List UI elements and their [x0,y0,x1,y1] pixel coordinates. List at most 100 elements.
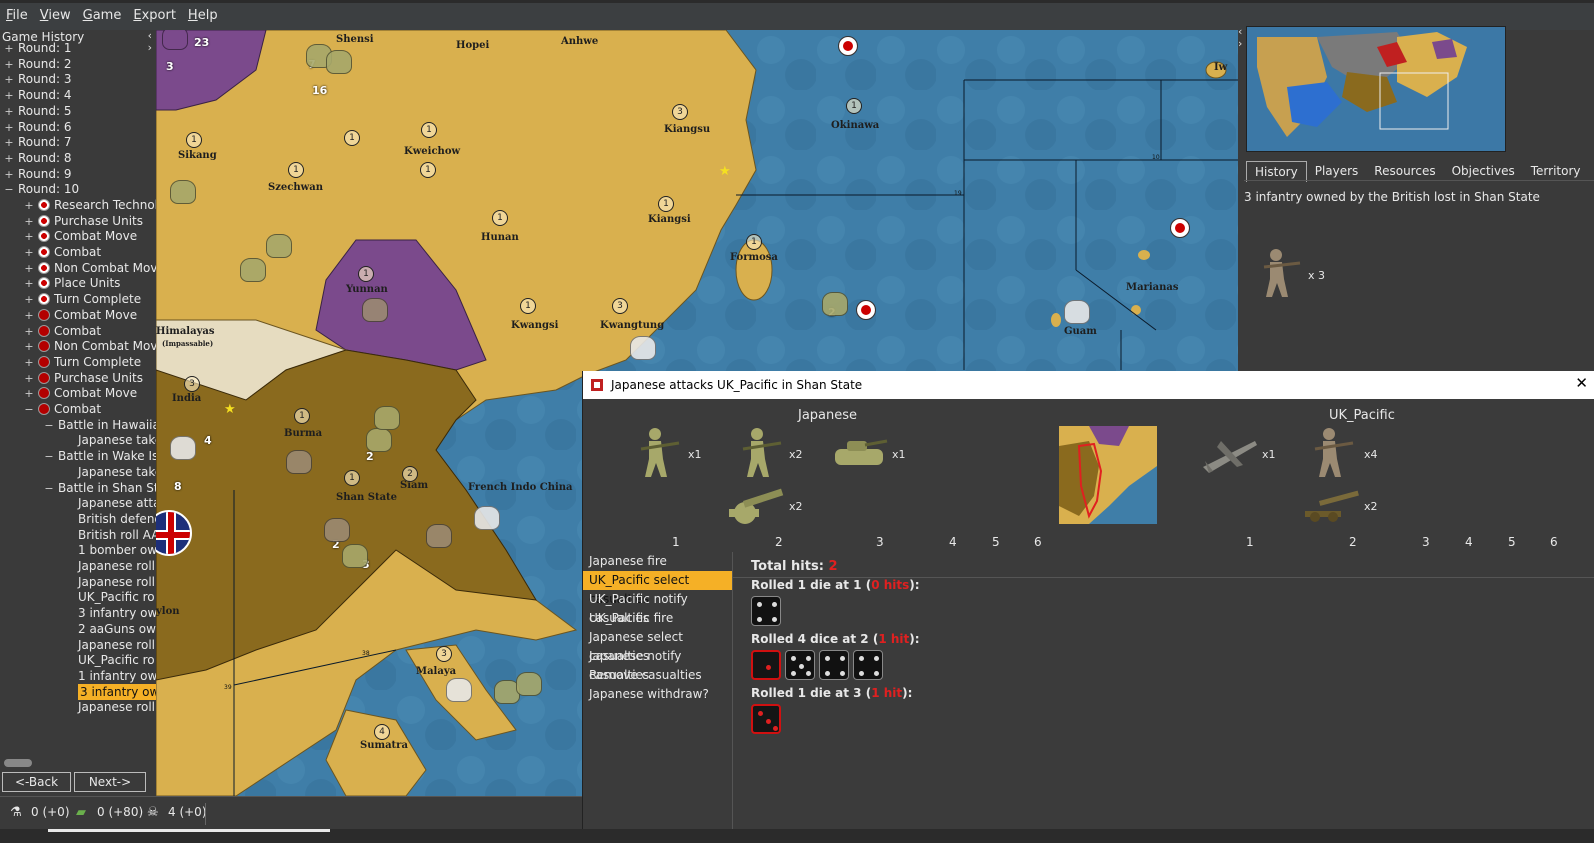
tree-node[interactable]: British defenc [78,511,156,527]
tree-node[interactable]: + Combat Move [24,307,137,323]
tree-node[interactable]: 2 aaGuns owr [78,621,156,637]
factory-icon[interactable] [630,336,656,360]
battle-step-item[interactable]: UK_Pacific fire [583,609,732,628]
battle-step-item[interactable]: UK_Pacific select casualties [583,571,732,606]
tab-objectives[interactable]: Objectives [1444,161,1523,182]
tree-node[interactable]: + Combat [24,244,101,260]
collapse-icon[interactable]: − [44,418,54,434]
tree-node[interactable]: − Combat [24,401,101,417]
tree-node[interactable]: + Place Units [24,275,120,291]
expand-icon[interactable]: + [24,308,34,324]
tree-node[interactable]: + Round: 5 [4,103,71,119]
menu-help[interactable]: Help [182,8,224,23]
expand-icon[interactable]: + [24,292,34,308]
expand-icon[interactable]: + [24,339,34,355]
expand-icon[interactable]: + [24,229,34,245]
expand-icon[interactable]: + [4,104,14,120]
expand-icon[interactable]: + [4,88,14,104]
tree-node[interactable]: Japanese roll [78,699,155,715]
battle-step-item[interactable]: Japanese notify casualties [583,647,732,682]
tree-node[interactable]: + Round: 7 [4,134,71,150]
japanese-infantry-icon[interactable] [266,234,292,258]
battle-step-item[interactable]: Japanese withdraw? [583,685,732,704]
expand-icon[interactable]: + [24,245,34,261]
marianas-island[interactable] [1138,250,1150,260]
expand-icon[interactable]: + [24,386,34,402]
guam-island[interactable] [1051,313,1061,327]
next-button[interactable]: Next-> [74,772,146,792]
collapse-right-icon[interactable]: ‹ › [1238,26,1242,50]
tab-territory[interactable]: Territory [1523,161,1589,182]
tab-resources[interactable]: Resources [1366,161,1443,182]
tree-node[interactable]: + Combat [24,323,101,339]
expand-icon[interactable]: + [4,151,14,167]
japanese-ship-icon[interactable] [822,292,848,316]
tree-node[interactable]: 1 bomber ow [78,542,156,558]
tree-node[interactable]: Japanese take [78,432,156,448]
collapse-icon[interactable]: − [44,449,54,465]
tree-node[interactable]: 1 infantry ow [78,668,156,684]
tree-node[interactable]: − Round: 10 [4,181,79,197]
collapse-panel-icon[interactable]: ‹ › [148,30,152,54]
collapse-icon[interactable]: − [24,402,34,418]
battle-step-item[interactable]: Japanese select casualties [583,628,732,663]
tree-node[interactable]: Japanese roll [78,558,155,574]
tree-node[interactable]: −Battle in Hawaiian [44,417,156,433]
horizontal-scrollbar[interactable] [4,759,32,767]
tree-node[interactable]: British roll AA [78,527,156,543]
menu-export[interactable]: Export [127,8,182,23]
expand-icon[interactable]: + [24,276,34,292]
japanese-infantry-icon[interactable] [240,258,266,282]
menu-view[interactable]: View [34,8,77,23]
marianas-island[interactable] [1131,305,1141,315]
collapse-icon[interactable]: − [44,481,54,497]
soviet-unit-icon[interactable] [162,30,188,50]
tree-node[interactable]: + Research Technol [24,197,156,213]
battle-step-item[interactable]: Remove casualties [583,666,732,685]
tree-node[interactable]: + Round: 9 [4,166,71,182]
japanese-tank-icon[interactable] [374,406,400,430]
tree-node[interactable]: + Round: 4 [4,87,71,103]
tree-node[interactable]: UK_Pacific ro [78,589,155,605]
japanese-ship-icon[interactable] [516,672,542,696]
tree-node[interactable]: + Purchase Units [24,370,143,386]
expand-icon[interactable]: + [4,72,14,88]
tree-node[interactable]: + Round: 8 [4,150,71,166]
british-infantry-icon[interactable] [362,298,388,322]
british-infantry-icon[interactable] [324,518,350,542]
british-infantry-icon[interactable] [426,524,452,548]
tree-node[interactable]: + Round: 1 [4,40,71,56]
battle-step-item[interactable]: UK_Pacific notify casualties [583,590,732,625]
close-icon[interactable]: ✕ [1575,374,1588,392]
japanese-infantry-icon[interactable] [170,180,196,204]
tree-node[interactable]: + Round: 3 [4,71,71,87]
tree-node[interactable]: + Turn Complete [24,354,141,370]
tree-node[interactable]: + Turn Complete [24,291,141,307]
tree-node[interactable]: − Battle in Wake Isl [44,448,156,464]
tree-node[interactable]: + Round: 2 [4,56,71,72]
tree-node[interactable]: + Non Combat Mov [24,338,156,354]
factory-icon[interactable] [446,678,472,702]
collapse-icon[interactable]: − [4,182,14,198]
factory-icon[interactable] [170,436,196,460]
tree-node[interactable]: Japanese roll [78,637,155,653]
back-button[interactable]: <-Back [2,772,71,792]
factory-icon[interactable] [1064,300,1090,324]
menu-game[interactable]: Game [77,8,128,23]
tree-node[interactable]: + Purchase Units [24,213,143,229]
british-factory-icon[interactable] [474,506,500,530]
tree-node[interactable]: + Combat Move [24,385,137,401]
menu-file[interactable]: File [0,8,34,23]
tree-node[interactable]: + Non Combat Mov [24,260,156,276]
minimap[interactable] [1246,26,1506,152]
tab-history[interactable]: History [1246,161,1307,182]
tree-node-selected[interactable]: 3 infantry ow [78,684,156,700]
japanese-infantry-icon[interactable] [342,544,368,568]
expand-icon[interactable]: + [24,198,34,214]
japanese-infantry-icon[interactable] [326,50,352,74]
tree-node[interactable]: − Battle in Shan Sta [44,480,156,496]
tab-players[interactable]: Players [1307,161,1367,182]
tree-node[interactable]: Japanese roll [78,574,155,590]
tree-node[interactable]: 3 infantry ow [78,605,156,621]
tree-node[interactable]: Japanese take [78,464,156,480]
